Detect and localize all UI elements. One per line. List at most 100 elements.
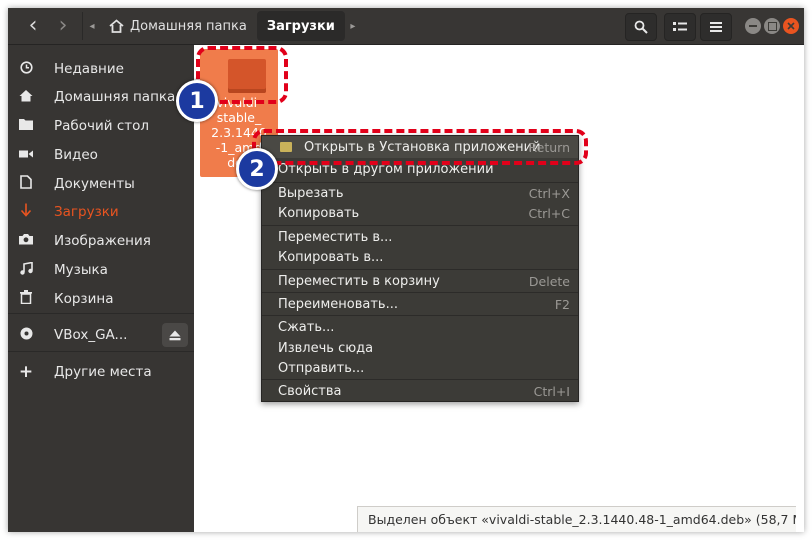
maximize-icon (767, 21, 777, 31)
plus-icon: + (18, 362, 34, 382)
menu-item-send-to[interactable]: Отправить... (262, 358, 578, 378)
menu-item-label: Свойства (278, 383, 342, 399)
eject-icon (169, 330, 181, 340)
menu-item-shortcut: Ctrl+C (528, 205, 570, 221)
menu-item-label: Отправить... (278, 360, 365, 376)
disc-icon (17, 327, 35, 344)
search-icon (634, 20, 648, 34)
trash-icon (17, 290, 35, 308)
home-icon (17, 89, 35, 106)
sidebar-item-home[interactable]: Домашняя папка (8, 83, 194, 111)
menu-item-shortcut: Ctrl+X (528, 185, 570, 201)
list-view-icon (673, 22, 687, 31)
sidebar-divider (8, 351, 194, 352)
breadcrumb: ◂ Домашняя папка Загрузки ▸ (82, 11, 361, 41)
annotation-step-badge-1: 1 (176, 80, 218, 122)
menu-item-shortcut: Delete (528, 273, 570, 289)
breadcrumb-current-label: Загрузки (266, 18, 335, 34)
search-button[interactable] (625, 13, 657, 41)
menu-item-extract-here[interactable]: Извлечь сюда (262, 338, 578, 358)
sidebar-item-label: Музыка (54, 262, 108, 278)
header-bar: ‹ › ◂ Домашняя папка Загрузки ▸ (8, 8, 804, 45)
status-bar: Выделен объект «vivaldi-stable_2.3.1440.… (357, 506, 796, 532)
document-icon (17, 175, 35, 193)
chevron-left-icon: ‹ (28, 13, 38, 38)
sidebar-item-music[interactable]: Музыка (8, 256, 194, 284)
sidebar: Недавние Домашняя папка Рабочий стол Вид… (8, 45, 194, 532)
breadcrumb-home-label: Домашняя папка (130, 18, 247, 34)
menu-item-copy[interactable]: Копировать Ctrl+C (262, 203, 578, 223)
forward-button[interactable]: › (48, 13, 78, 39)
clock-icon (17, 60, 35, 78)
triangle-right-icon: ▸ (350, 20, 356, 32)
breadcrumb-current[interactable]: Загрузки (256, 11, 345, 41)
sidebar-item-label: Корзина (54, 291, 114, 307)
sidebar-item-label: Документы (54, 176, 135, 192)
menu-item-label: Извлечь сюда (278, 340, 374, 356)
sidebar-item-trash[interactable]: Корзина (8, 285, 194, 313)
video-icon (17, 147, 35, 163)
close-icon (787, 22, 795, 30)
sidebar-item-label: Рабочий стол (54, 118, 149, 134)
camera-icon (17, 233, 35, 249)
menu-item-compress[interactable]: Сжать... (262, 317, 578, 337)
menu-button[interactable] (700, 13, 732, 41)
menu-item-label: Сжать... (278, 319, 335, 335)
sidebar-divider (8, 313, 194, 314)
folder-icon (17, 118, 35, 134)
sidebar-item-label: VBox_GA... (54, 327, 128, 343)
home-icon (109, 19, 124, 33)
menu-item-shortcut: Ctrl+I (533, 383, 570, 399)
sidebar-item-vbox[interactable]: VBox_GA... (8, 321, 194, 349)
context-menu: Открыть в Установка приложений Return От… (261, 135, 579, 402)
sidebar-item-downloads[interactable]: Загрузки (8, 198, 194, 226)
sidebar-item-label: Загрузки (54, 204, 119, 220)
breadcrumb-home[interactable]: Домашняя папка (101, 11, 257, 41)
sidebar-item-label: Другие места (54, 364, 152, 380)
sidebar-item-label: Изображения (54, 233, 151, 249)
menu-item-rename[interactable]: Переименовать... F2 (262, 294, 578, 314)
eject-button[interactable] (162, 323, 188, 347)
maximize-button[interactable] (764, 18, 780, 34)
menu-separator (262, 379, 578, 380)
minimize-icon (749, 25, 757, 27)
sidebar-item-pictures[interactable]: Изображения (8, 227, 194, 255)
sidebar-item-recent[interactable]: Недавние (8, 55, 194, 83)
status-text: Выделен объект «vivaldi-stable_2.3.1440.… (368, 512, 796, 527)
back-button[interactable]: ‹ (18, 13, 48, 39)
music-icon (17, 261, 35, 279)
menu-item-copy-to[interactable]: Копировать в... (262, 247, 578, 267)
breadcrumb-left-arrow[interactable]: ◂ (82, 12, 101, 40)
menu-item-properties[interactable]: Свойства Ctrl+I (262, 381, 578, 401)
step-number: 2 (249, 156, 265, 182)
sidebar-item-label: Недавние (54, 61, 124, 77)
sidebar-item-documents[interactable]: Документы (8, 170, 194, 198)
menu-separator (262, 269, 578, 270)
menu-item-label: Копировать в... (278, 249, 384, 265)
annotation-highlight-menu-item (252, 129, 588, 165)
menu-separator (262, 292, 578, 293)
hamburger-menu-icon (710, 22, 722, 32)
menu-item-label: Переместить в... (278, 229, 393, 245)
menu-item-move-to[interactable]: Переместить в... (262, 227, 578, 247)
view-mode-button[interactable] (664, 13, 696, 41)
menu-item-label: Переименовать... (278, 296, 398, 312)
sidebar-item-other-locations[interactable]: + Другие места (8, 358, 194, 386)
annotation-step-badge-2: 2 (236, 148, 278, 190)
menu-separator (262, 225, 578, 226)
menu-item-move-to-trash[interactable]: Переместить в корзину Delete (262, 271, 578, 291)
menu-item-shortcut: F2 (554, 296, 570, 312)
sidebar-item-label: Видео (54, 147, 98, 163)
step-number: 1 (189, 88, 205, 114)
sidebar-item-desktop[interactable]: Рабочий стол (8, 112, 194, 140)
download-icon (17, 203, 35, 221)
breadcrumb-right-arrow[interactable]: ▸ (345, 12, 361, 40)
sidebar-item-label: Домашняя папка (54, 89, 176, 105)
menu-item-label: Переместить в корзину (278, 273, 440, 289)
close-button[interactable] (783, 18, 799, 34)
triangle-left-icon: ◂ (89, 20, 95, 32)
minimize-button[interactable] (745, 18, 761, 34)
menu-item-cut[interactable]: Вырезать Ctrl+X (262, 183, 578, 203)
sidebar-item-videos[interactable]: Видео (8, 141, 194, 169)
menu-separator (262, 315, 578, 316)
